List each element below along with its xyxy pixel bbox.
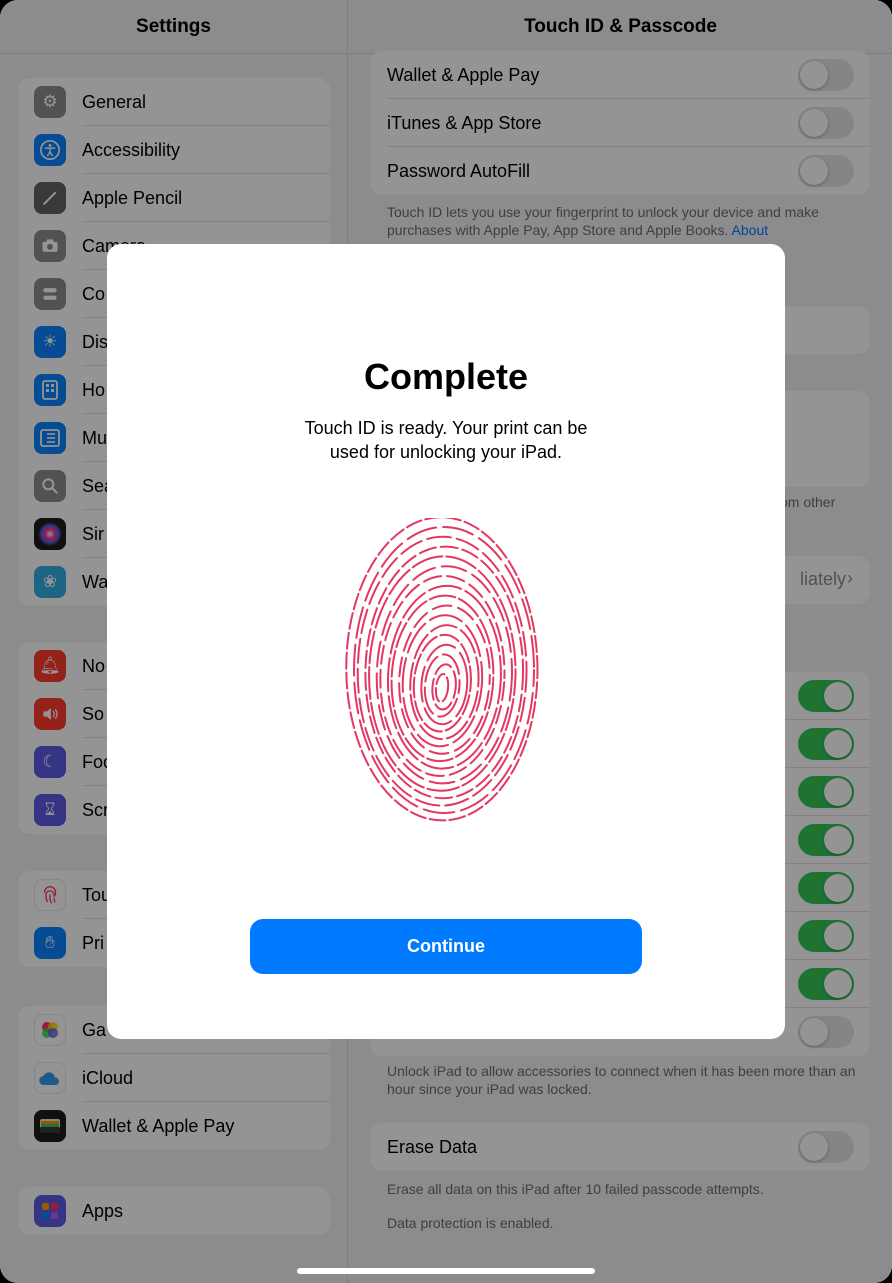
home-indicator[interactable] — [297, 1268, 595, 1274]
fingerprint-ridge — [434, 672, 450, 703]
fingerprint-ridge — [390, 594, 495, 763]
modal-description: Touch ID is ready. Your print can be use… — [304, 418, 588, 462]
fingerprint-ridge — [431, 663, 457, 711]
touch-id-complete-sheet: Complete Touch ID is ready. Your print c… — [107, 244, 785, 1039]
fingerprint-icon — [345, 518, 539, 822]
screen: Settings ⚙ General Accessibility Apple P… — [0, 0, 892, 1283]
continue-button[interactable]: Continue — [250, 919, 642, 974]
fingerprint-ridge — [379, 575, 506, 777]
fingerprint-ridge — [412, 633, 472, 733]
modal-title: Complete — [363, 356, 529, 397]
